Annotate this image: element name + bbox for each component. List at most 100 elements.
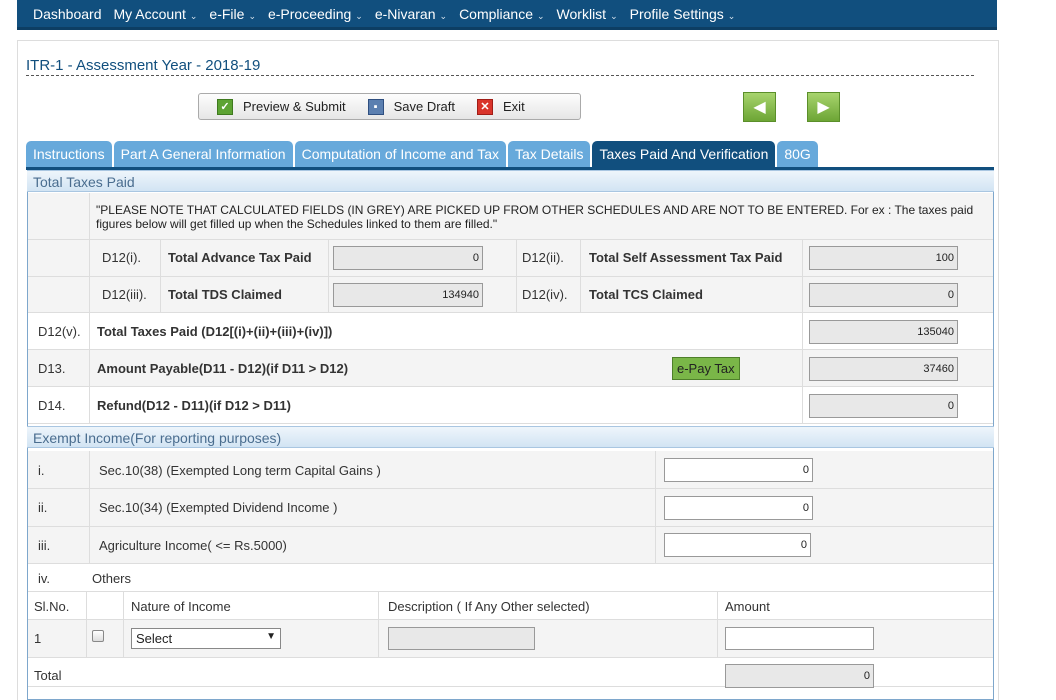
tab-part-a-general-information[interactable]: Part A General Information [113,141,293,168]
divider [123,620,124,657]
total-advance-tax-field: 0 [333,246,483,270]
divider [160,277,161,312]
divider [89,193,90,239]
nav-label: Dashboard [33,5,102,22]
divider [655,451,656,488]
divider [580,240,581,276]
nav-label: e-File [209,5,245,22]
form-title: ITR-1 - Assessment Year - 2018-19 [26,57,974,76]
chevron-down-icon: ⌄ [537,10,545,21]
row-select-checkbox[interactable] [92,630,104,642]
d13-label: Amount Payable(D11 - D12)(if D11 > D12) [97,361,349,376]
divider [802,277,803,312]
nav-item-compliance[interactable]: Compliance ⌄ [459,6,544,22]
divider [717,620,718,657]
divider [802,240,803,276]
total-self-assessment-tax-field: 100 [809,246,958,270]
save-draft-label: Save Draft [393,99,456,114]
row-slno: 1 [34,631,42,646]
d14-label: Refund(D12 - D11)(if D12 > D11) [97,398,291,413]
divider [86,620,87,657]
next-arrow-button[interactable]: ▶ [807,92,840,122]
total-label: Total [34,668,62,683]
divider [89,489,90,526]
exempt-i-label: Sec.10(38) (Exempted Long term Capital G… [99,463,381,478]
e-pay-tax-button[interactable]: e-Pay Tax [672,357,740,380]
others-label: Others [92,571,132,586]
divider [89,350,90,386]
calculated-fields-note: "PLEASE NOTE THAT CALCULATED FIELDS (IN … [96,203,974,231]
th-amount: Amount [725,599,770,614]
close-icon: ✕ [477,98,494,115]
exit-label: Exit [503,99,525,114]
check-icon: ✓ [217,98,233,115]
amount-payable-field: 37460 [809,357,958,381]
exempt-ii-code: ii. [38,500,48,515]
tab-tax-details[interactable]: Tax Details [508,141,591,168]
nav-label: e-Proceeding [267,5,352,22]
chevron-down-icon: ⌄ [439,10,448,21]
others-amount-input[interactable] [725,627,874,650]
divider [160,240,161,276]
tab-instructions[interactable]: Instructions [26,141,112,168]
d12iv-label: Total TCS Claimed [589,287,703,302]
nav-item-e-file[interactable]: e-File ⌄ [209,6,256,22]
nav-label: My Account [113,5,186,22]
chevron-down-icon: ⌄ [610,10,618,21]
nav-item-dashboard[interactable]: Dashboard [33,6,102,22]
save-draft-button[interactable]: ▪ Save Draft [367,98,456,115]
tab-bar: Instructions Part A General Information Co… [26,141,820,168]
save-icon: ▪ [367,98,384,115]
exempt-ii-label: Sec.10(34) (Exempted Dividend Income ) [99,500,338,515]
divider [378,620,379,657]
divider [802,350,803,386]
d12v-code: D12(v). [38,324,81,339]
exempt-iii-label: Agriculture Income( <= Rs.5000) [99,538,287,553]
nav-item-e-proceeding[interactable]: e-Proceeding ⌄ [268,6,363,22]
divider [717,592,718,619]
divider [123,592,124,619]
preview-submit-label: Preview & Submit [243,99,346,114]
tab-computation-of-income-and-tax[interactable]: Computation of Income and Tax [294,141,506,168]
d12i-label: Total Advance Tax Paid [168,250,312,265]
total-tds-field: 134940 [333,283,483,307]
agriculture-income-input[interactable]: 0 [664,533,811,557]
divider [378,592,379,619]
d12i-code: D12(i). [102,250,142,265]
previous-arrow-button[interactable]: ◀ [743,92,776,122]
exempt-ltcg-input[interactable]: 0 [664,458,813,482]
divider [89,277,90,312]
tab-taxes-paid-and-verification[interactable]: Taxes Paid And Verification [592,141,776,168]
d12v-label: Total Taxes Paid (D12[(i)+(ii)+(iii)+(iv… [97,324,333,339]
nav-label: Compliance [459,5,533,22]
chevron-down-icon: ⌄ [727,10,736,21]
exempt-i-code: i. [38,463,45,478]
d12ii-code: D12(ii). [522,250,564,265]
divider [802,313,803,349]
nature-of-income-select[interactable]: Select ▼ [131,628,281,649]
divider [802,387,803,423]
exempt-dividend-input[interactable]: 0 [664,496,813,520]
d13-code: D13. [38,361,66,376]
total-taxes-paid-field: 135040 [809,320,958,344]
description-input[interactable] [388,627,535,650]
nav-item-profile-settings[interactable]: Profile Settings ⌄ [630,6,736,22]
nav-item-worklist[interactable]: Worklist ⌄ [557,6,618,22]
nav-label: e-Nivaran [374,5,436,22]
divider [89,313,90,349]
total-tcs-field: 0 [809,283,958,307]
exempt-iii-code: iii. [38,538,51,553]
arrow-left-icon: ◀ [753,99,766,116]
chevron-down-icon: ⌄ [355,10,363,21]
nav-item-my-account[interactable]: My Account ⌄ [114,6,198,22]
d14-code: D14. [38,398,66,413]
divider [655,527,656,563]
arrow-right-icon: ▶ [817,99,830,116]
tab-80g[interactable]: 80G [777,141,818,168]
nav-item-e-nivaran[interactable]: e-Nivaran ⌄ [375,6,447,22]
exit-button[interactable]: ✕ Exit [477,98,525,115]
divider [89,240,90,276]
divider [516,240,517,276]
preview-submit-button[interactable]: ✓ Preview & Submit [217,98,346,115]
divider [655,489,656,526]
